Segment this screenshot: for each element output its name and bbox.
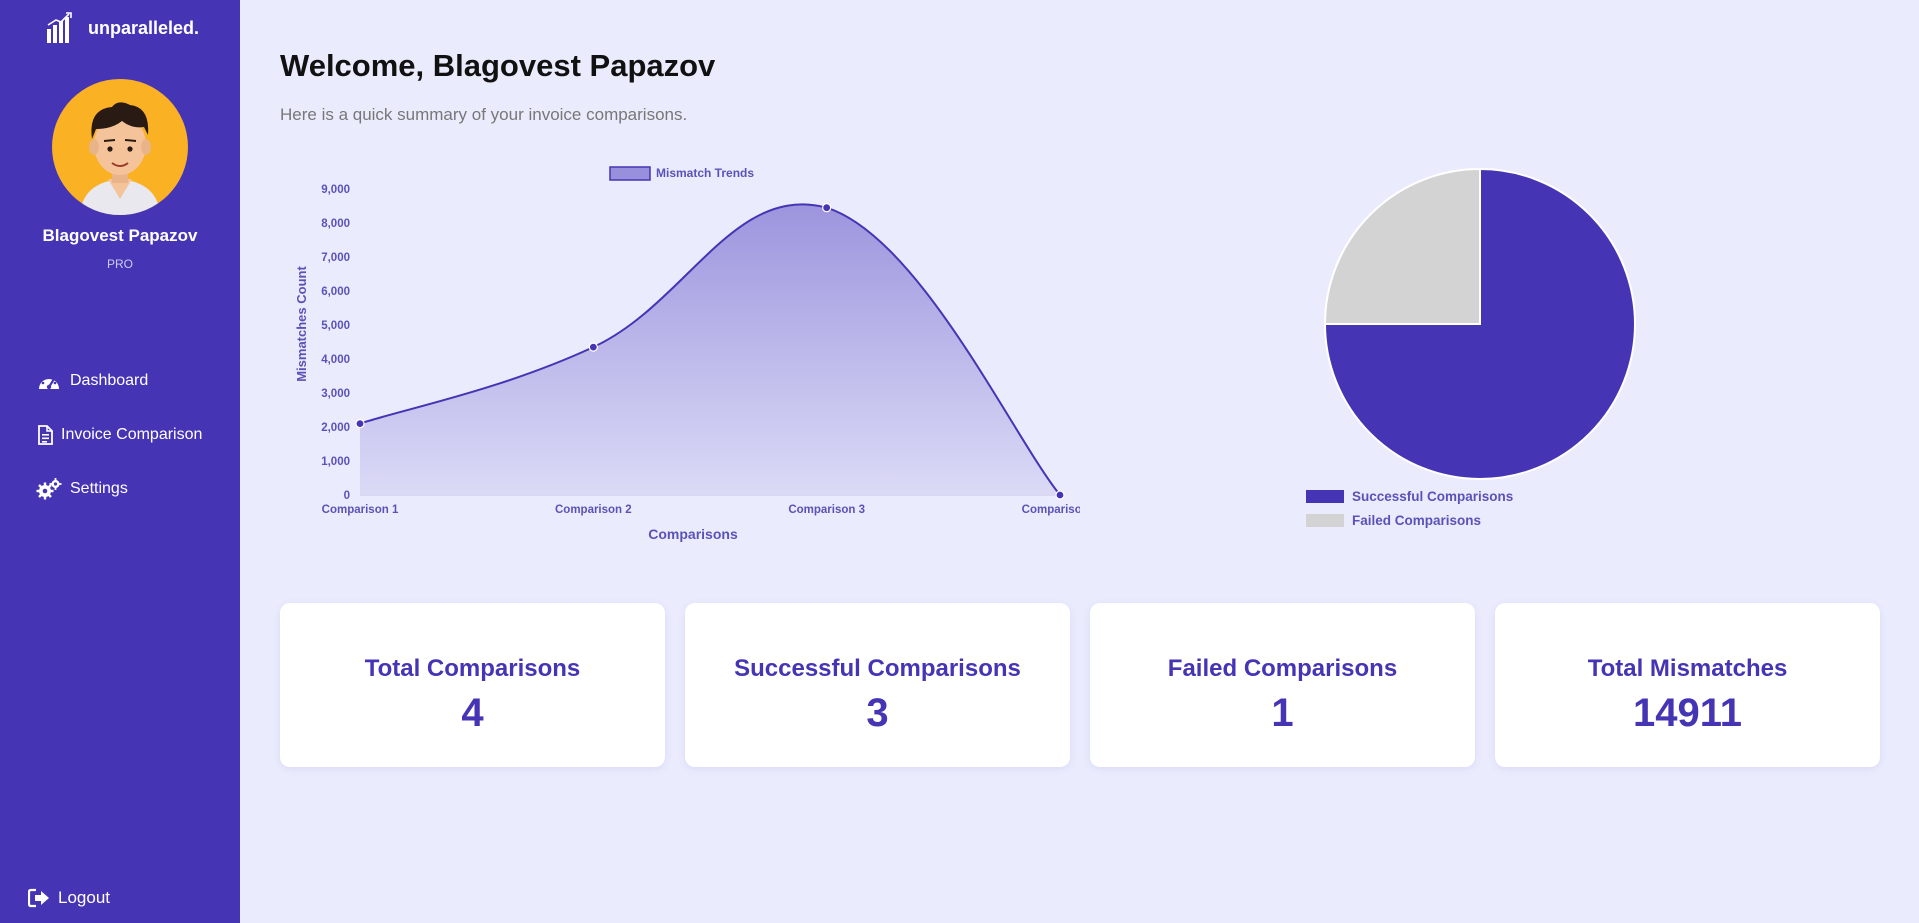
legend-label: Mismatch Trends (656, 166, 754, 180)
y-axis-label: Mismatches Count (294, 266, 309, 382)
brand[interactable]: unparalleled. (46, 10, 199, 46)
card-value: 14911 (1632, 691, 1743, 735)
logout-icon (28, 888, 49, 908)
comparison-pie-chart: Successful Comparisons Failed Comparisons (1306, 167, 1636, 528)
area-fill (360, 204, 1060, 495)
pie-slice (1323, 167, 1481, 325)
data-point (1055, 490, 1065, 500)
sidebar-item-label: Dashboard (70, 372, 149, 389)
legend-swatch (1306, 490, 1344, 503)
sidebar-item-label: Settings (70, 480, 128, 497)
card-title: Successful Comparisons (734, 655, 1021, 682)
card-successful-comparisons: Successful Comparisons 3 (685, 603, 1070, 767)
logout-label: Logout (58, 888, 110, 907)
y-tick-label: 8,000 (321, 218, 350, 230)
x-tick-label: Comparison 4 (1022, 504, 1080, 516)
y-tick-label: 6,000 (321, 286, 350, 298)
card-total-mismatches: Total Mismatches 14911 (1495, 603, 1880, 767)
user-plan-badge: PRO (106, 257, 133, 271)
sidebar-item-invoice-comparison[interactable]: Invoice Comparison (0, 408, 240, 462)
card-value: 3 (866, 691, 889, 735)
summary-cards: Total Comparisons 4 Successful Compariso… (280, 603, 1880, 767)
legend-swatch (609, 166, 651, 181)
gears-icon (36, 478, 62, 500)
legend-label: Failed Comparisons (1352, 513, 1481, 528)
avatar (52, 79, 188, 215)
x-tick-label: Comparison 3 (788, 504, 865, 516)
y-tick-label: 3,000 (321, 388, 350, 400)
sidebar: unparalleled. Blagovest Papazov PRO Dash… (0, 0, 240, 923)
sidebar-nav: Dashboard Invoice Comparison Settings (0, 354, 240, 516)
sidebar-item-settings[interactable]: Settings (0, 462, 240, 516)
data-point (588, 342, 598, 352)
x-tick-label: Comparison 1 (322, 504, 399, 516)
bar-chart-logo-icon (47, 12, 72, 43)
card-value: 4 (461, 691, 484, 735)
x-tick-label: Comparison 2 (555, 504, 632, 516)
y-tick-label: 9,000 (321, 184, 350, 196)
y-tick-label: 0 (344, 490, 350, 502)
y-tick-label: 5,000 (321, 320, 350, 332)
card-failed-comparisons: Failed Comparisons 1 (1090, 603, 1475, 767)
card-title: Total Mismatches (1587, 655, 1788, 682)
card-value: 1 (1271, 691, 1294, 735)
dashboard-gauge-icon (36, 370, 62, 392)
y-tick-label: 4,000 (321, 354, 350, 366)
chart-legend: Mismatch Trends (609, 166, 754, 181)
pie-legend: Successful Comparisons Failed Comparisons (1306, 489, 1513, 528)
page-title: Welcome, Blagovest Papazov (280, 48, 716, 83)
brand-name: unparalleled. (88, 17, 200, 38)
card-title: Failed Comparisons (1167, 655, 1398, 682)
mismatch-trends-chart: 0 1,000 2,000 3,000 4,000 5,000 6,000 7,000 8,00… (294, 166, 1080, 542)
data-point (822, 203, 832, 213)
document-icon (36, 424, 54, 446)
sidebar-item-label: Invoice Comparison (61, 426, 203, 443)
card-title: Total Comparisons (364, 655, 581, 682)
y-tick-label: 2,000 (321, 422, 350, 434)
legend-label: Successful Comparisons (1352, 489, 1513, 504)
sidebar-item-dashboard[interactable]: Dashboard (0, 354, 240, 408)
y-tick-label: 1,000 (321, 456, 350, 468)
page-subtitle: Here is a quick summary of your invoice … (280, 105, 688, 124)
logout-button[interactable]: Logout (28, 888, 110, 908)
legend-swatch (1306, 514, 1344, 527)
x-axis-label: Comparisons (648, 526, 738, 542)
y-tick-label: 7,000 (321, 252, 350, 264)
card-total-comparisons: Total Comparisons 4 (280, 603, 665, 767)
user-name: Blagovest Papazov (42, 226, 198, 245)
data-point (355, 419, 365, 429)
